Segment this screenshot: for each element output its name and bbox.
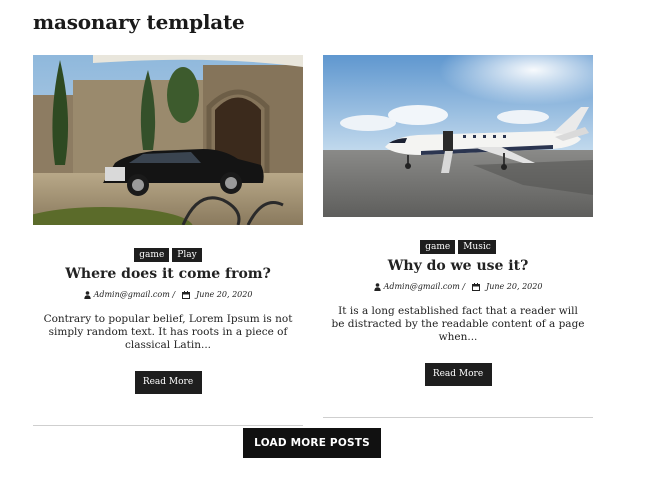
calendar-icon bbox=[472, 282, 481, 291]
post-author[interactable]: Admin@gmail.com / bbox=[384, 282, 465, 291]
tag-list: game Play bbox=[33, 248, 303, 262]
user-icon bbox=[373, 282, 381, 291]
post-card: game Music Why do we use it? Admin@gmail… bbox=[323, 55, 593, 386]
post-meta: Admin@gmail.com / June 20, 2020 bbox=[33, 290, 303, 299]
car-photo bbox=[33, 55, 303, 225]
post-card: game Play Where does it come from? Admin… bbox=[33, 55, 303, 394]
tag-music[interactable]: Music bbox=[458, 240, 496, 254]
jet-photo bbox=[323, 55, 593, 217]
tag-list: game Music bbox=[323, 240, 593, 254]
user-icon bbox=[83, 290, 91, 299]
page-title: masonary template bbox=[33, 10, 245, 34]
tag-game[interactable]: game bbox=[134, 248, 170, 262]
calendar-icon bbox=[182, 290, 191, 299]
tag-play[interactable]: Play bbox=[172, 248, 202, 262]
post-excerpt: It is a long established fact that a rea… bbox=[331, 305, 585, 343]
post-title[interactable]: Where does it come from? bbox=[33, 265, 303, 283]
post-author[interactable]: Admin@gmail.com / bbox=[94, 290, 175, 299]
post-meta: Admin@gmail.com / June 20, 2020 bbox=[323, 282, 593, 291]
read-more-button[interactable]: Read More bbox=[424, 363, 492, 386]
post-title[interactable]: Why do we use it? bbox=[323, 257, 593, 275]
tag-game[interactable]: game bbox=[420, 240, 456, 254]
read-more-button[interactable]: Read More bbox=[134, 371, 202, 394]
post-image[interactable] bbox=[323, 55, 593, 217]
post-date: June 20, 2020 bbox=[486, 282, 543, 291]
card-divider bbox=[323, 417, 593, 418]
post-image[interactable] bbox=[33, 55, 303, 225]
load-more-button[interactable]: LOAD MORE POSTS bbox=[243, 428, 381, 458]
card-divider bbox=[33, 425, 303, 426]
post-date: June 20, 2020 bbox=[196, 290, 253, 299]
post-excerpt: Contrary to popular belief, Lorem Ipsum … bbox=[43, 313, 293, 351]
